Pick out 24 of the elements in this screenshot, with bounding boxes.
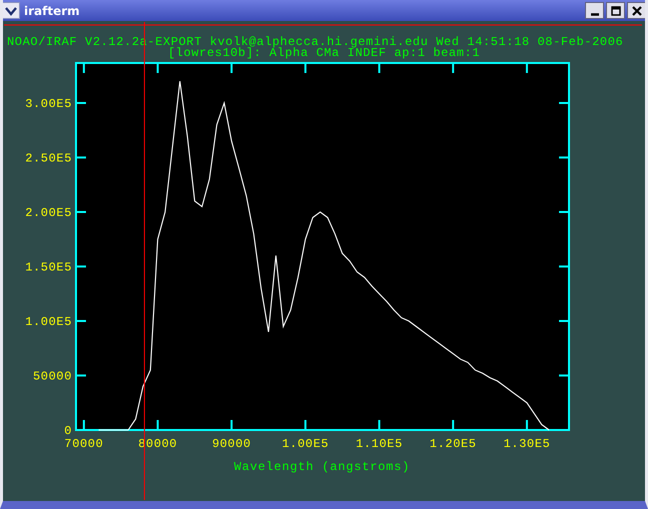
maximize-button[interactable] <box>606 2 625 19</box>
y-tick-label: 0 <box>64 424 72 438</box>
x-tick-label: 1.20E5 <box>430 437 476 451</box>
y-tick-label: 50000 <box>32 370 72 384</box>
maximize-icon <box>610 6 620 16</box>
window-title: irafterm <box>24 4 81 18</box>
y-tick-label: 3.00E5 <box>25 97 72 111</box>
x-tick-label: 1.30E5 <box>504 437 550 451</box>
y-tick-label: 2.50E5 <box>25 152 72 166</box>
header-text: [lowres10b]: Alpha CMa INDEF ap:1 beam:1 <box>168 46 480 60</box>
minimize-icon <box>590 12 598 16</box>
x-axis-label: Wavelength (angstroms) <box>234 460 410 474</box>
x-tick-label: 70000 <box>64 437 104 451</box>
x-tick-label: 90000 <box>212 437 252 451</box>
close-icon <box>632 6 642 16</box>
window-menu-button[interactable] <box>3 2 20 19</box>
y-tick-label: 2.00E5 <box>25 206 72 220</box>
chevron-down-icon <box>5 6 17 16</box>
y-tick-label: 1.50E5 <box>25 260 72 274</box>
close-button[interactable] <box>627 2 645 19</box>
minimize-button[interactable] <box>585 2 604 19</box>
x-tick-label: 1.00E5 <box>282 437 329 451</box>
y-tick-label: 1.00E5 <box>25 315 72 329</box>
x-tick-label: 1.10E5 <box>356 437 403 451</box>
